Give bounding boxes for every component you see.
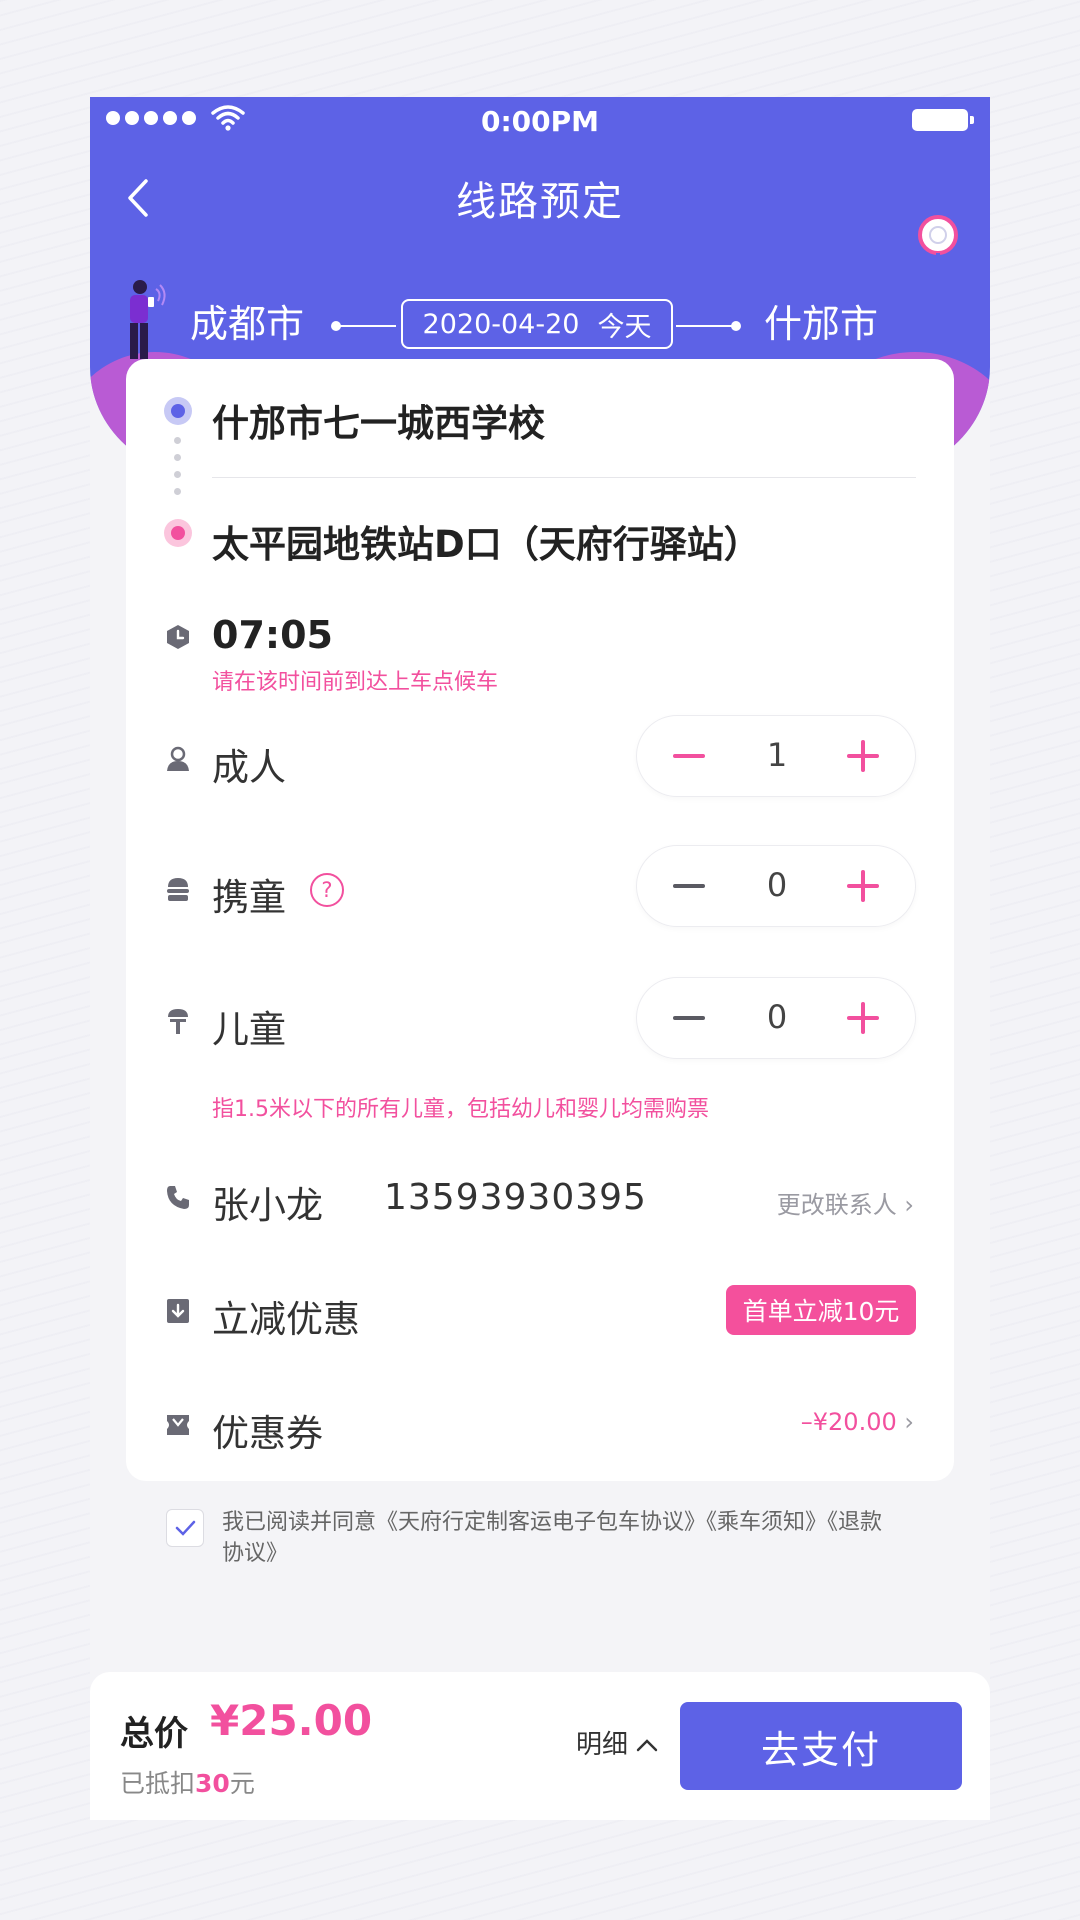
total-value: ¥25.00 (210, 1696, 373, 1745)
date-selector[interactable]: 2020-04-20 今天 (401, 299, 673, 349)
dropoff-station[interactable]: 太平园地铁站D口（天府行驿站） (212, 514, 761, 568)
adult-icon (167, 746, 189, 771)
change-contact-link[interactable]: 更改联系人 › (777, 1185, 914, 1220)
child-stepper: 0 (636, 977, 916, 1059)
promo-tag: 首单立减10元 (726, 1285, 916, 1335)
adult-plus-button[interactable] (839, 732, 887, 780)
phone-icon (167, 1186, 189, 1209)
discount-icon (167, 1299, 189, 1323)
pay-button[interactable]: 去支付 (680, 1702, 962, 1790)
coupon-value: –¥20.00 (800, 1408, 897, 1436)
time-hint: 请在该时间前到达上车点候车 (212, 670, 499, 695)
route-line-left (331, 321, 396, 331)
status-time: 0:00PM (480, 105, 600, 138)
infant-plus-button[interactable] (839, 862, 887, 910)
location-pin-icon (918, 215, 958, 293)
status-bar: 0:00PM (90, 97, 990, 149)
agreement-text[interactable]: 我已阅读并同意《天府行定制客运电子包车协议》《乘车须知》《退款协议》 (222, 1507, 902, 1569)
page-title: 线路预定 (456, 179, 624, 225)
to-city: 什邡市 (764, 302, 879, 346)
deduct-prefix: 已抵扣 (120, 1769, 196, 1798)
chevron-up-icon (637, 1739, 658, 1752)
contact-phone: 13593930395 (384, 1177, 647, 1218)
deduct-amount: 30 (195, 1769, 230, 1798)
coupon-icon (167, 1415, 189, 1435)
detail-button[interactable]: 明细 (576, 1724, 658, 1761)
phone-screen: 0:00PM 线路预定 成都市 2020-04-20 今天 什邡市 什邡市七一城… (90, 97, 990, 1820)
infant-stepper: 0 (636, 845, 916, 927)
infant-label: 携童 (212, 876, 286, 919)
contact-name: 张小龙 (212, 1184, 323, 1227)
route-dots (174, 437, 182, 505)
booking-card: 什邡市七一城西学校 太平园地铁站D口（天府行驿站） 07:05 请在该时间前到达… (126, 359, 954, 1481)
date-tag: 今天 (597, 311, 652, 343)
bottom-bar: 总价 ¥25.00 已抵扣30元 明细 去支付 (90, 1672, 990, 1820)
traveler-illustration (130, 280, 166, 359)
child-plus-button[interactable] (839, 994, 887, 1042)
station-divider (212, 477, 916, 478)
detail-label: 明细 (576, 1730, 629, 1760)
adult-label: 成人 (212, 746, 286, 789)
total-label: 总价 (120, 1714, 188, 1754)
battery-icon (912, 109, 974, 131)
discount-label: 立减优惠 (212, 1298, 360, 1341)
route-bar: 成都市 2020-04-20 今天 什邡市 (90, 275, 990, 365)
dropoff-dot-icon (164, 519, 192, 547)
date-value: 2020-04-20 (422, 308, 580, 340)
adult-stepper: 1 (636, 715, 916, 797)
chevron-right-icon: › (904, 1408, 914, 1436)
route-line-right (676, 321, 741, 331)
agreement-checkbox[interactable] (166, 1509, 204, 1547)
deduct-suffix: 元 (229, 1769, 255, 1798)
pickup-dot-icon (164, 397, 192, 425)
child-label: 儿童 (212, 1008, 286, 1051)
change-contact-label: 更改联系人 (776, 1191, 897, 1219)
chevron-right-icon: › (904, 1191, 914, 1219)
clock-icon (167, 625, 189, 649)
check-icon (175, 1520, 196, 1536)
pickup-station[interactable]: 什邡市七一城西学校 (212, 393, 545, 447)
from-city: 成都市 (190, 302, 305, 346)
departure-time: 07:05 (212, 613, 333, 657)
coupon-label: 优惠券 (212, 1412, 323, 1455)
help-icon[interactable]: ? (310, 873, 344, 907)
child-hint: 指1.5米以下的所有儿童，包括幼儿和婴儿均需购票 (212, 1097, 709, 1122)
child-icon (168, 1009, 188, 1034)
coupon-selector[interactable]: –¥20.00 › (801, 1408, 914, 1436)
infant-icon (167, 878, 189, 901)
deduct-info: 已抵扣30元 (120, 1764, 255, 1800)
